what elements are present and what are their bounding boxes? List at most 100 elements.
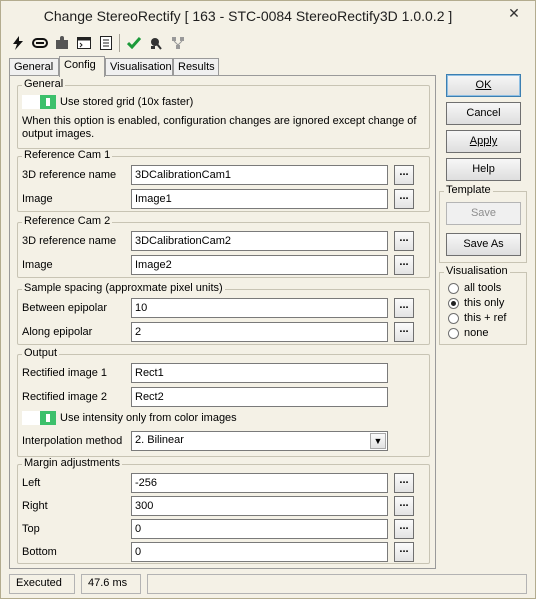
ref1-name-field[interactable]: 3DCalibrationCam1 — [131, 165, 388, 185]
ok-label: OK — [475, 79, 492, 91]
margin-left-button[interactable]: ... — [394, 473, 414, 493]
tab-config[interactable]: Config — [59, 56, 105, 77]
tab-visualisation[interactable]: Visualisation — [105, 58, 173, 76]
ref1-image-field[interactable]: Image1 — [131, 189, 388, 209]
intensity-toggle[interactable] — [22, 411, 56, 425]
run-icon[interactable] — [147, 34, 165, 52]
margin-right-field[interactable]: 300 — [131, 496, 388, 516]
template-save-as-label: Save As — [463, 238, 504, 250]
along-epipolar-button[interactable]: ... — [394, 322, 414, 342]
stored-grid-toggle[interactable] — [22, 95, 56, 109]
apply-button[interactable]: Apply — [446, 130, 521, 153]
status-state: Executed — [9, 574, 75, 594]
help-label: Help — [472, 163, 495, 175]
ref2-name-browse-button[interactable]: ... — [394, 231, 414, 251]
network-icon[interactable] — [169, 34, 187, 52]
general-group: General Use stored grid (10x faster) Whe… — [17, 78, 430, 149]
chevron-down-icon[interactable]: ▼ — [370, 433, 386, 449]
ref1-name-browse-button[interactable]: ... — [394, 165, 414, 185]
rect1-field[interactable]: Rect1 — [131, 363, 388, 383]
radio-button[interactable] — [448, 297, 459, 309]
help-button[interactable]: Help — [446, 158, 521, 181]
radio-none[interactable]: none — [448, 327, 488, 341]
group-title: Visualisation — [444, 265, 510, 277]
ref2-image-browse-button[interactable]: ... — [394, 255, 414, 275]
template-save-label: Save — [470, 207, 497, 219]
rect2-label: Rectified image 2 — [22, 391, 107, 403]
ref2-name-field[interactable]: 3DCalibrationCam2 — [131, 231, 388, 251]
group-title: Margin adjustments — [22, 457, 122, 469]
margin-bottom-button[interactable]: ... — [394, 542, 414, 562]
ref2-image-field[interactable]: Image2 — [131, 255, 388, 275]
puzzle-icon[interactable] — [53, 34, 71, 52]
general-note-line2: output images. — [22, 128, 95, 140]
link-icon[interactable] — [31, 34, 49, 52]
config-panel: General Use stored grid (10x faster) Whe… — [9, 75, 436, 569]
close-button[interactable]: ✕ — [501, 3, 527, 23]
title-bar[interactable]: Change StereoRectify [ 163 - STC-0084 St… — [1, 1, 535, 31]
group-title: Sample spacing (approxmate pixel units) — [22, 282, 225, 294]
cancel-button[interactable]: Cancel — [446, 102, 521, 125]
intensity-label: Use intensity only from color images — [60, 412, 237, 424]
rect1-label: Rectified image 1 — [22, 367, 107, 379]
group-title: Output — [22, 347, 60, 359]
reference-cam2-group: Reference Cam 2 3D reference name 3DCali… — [17, 215, 430, 278]
toolbar-separator — [119, 34, 120, 52]
apply-label: Apply — [469, 135, 498, 147]
ref1-image-label: Image — [22, 193, 53, 205]
along-epipolar-field[interactable]: 2 — [131, 322, 388, 342]
radio-button[interactable] — [448, 312, 459, 324]
margin-adjustments-group: Margin adjustments Left -256 ... Right 3… — [17, 457, 430, 564]
interpolation-value: 2. Bilinear — [135, 434, 184, 446]
margin-left-field[interactable]: -256 — [131, 473, 388, 493]
radio-this-plus-ref[interactable]: this + ref — [448, 312, 507, 326]
sample-spacing-group: Sample spacing (approxmate pixel units) … — [17, 282, 430, 345]
margin-bottom-field[interactable]: 0 — [131, 542, 388, 562]
document-icon[interactable] — [97, 34, 115, 52]
toolbar — [9, 32, 209, 54]
radio-label: this + ref — [464, 312, 507, 324]
radio-all-tools[interactable]: all tools — [448, 282, 501, 296]
group-title: Template — [444, 184, 493, 196]
tab-results[interactable]: Results — [173, 58, 219, 76]
status-bar: Executed 47.6 ms — [9, 574, 527, 594]
rect2-field[interactable]: Rect2 — [131, 387, 388, 407]
interpolation-label: Interpolation method — [22, 435, 123, 447]
lightning-icon[interactable] — [9, 34, 27, 52]
margin-right-label: Right — [22, 500, 48, 512]
general-note-line1: When this option is enabled, configurati… — [22, 115, 417, 127]
cancel-label: Cancel — [466, 107, 501, 119]
margin-top-button[interactable]: ... — [394, 519, 414, 539]
ok-button[interactable]: OK — [446, 74, 521, 97]
interpolation-select[interactable]: 2. Bilinear ▼ — [131, 431, 388, 451]
radio-this-only[interactable]: this only — [448, 297, 504, 311]
template-save-button[interactable]: Save — [446, 202, 521, 225]
template-save-as-button[interactable]: Save As — [446, 233, 521, 256]
margin-right-button[interactable]: ... — [394, 496, 414, 516]
radio-label: none — [464, 327, 489, 339]
group-title: General — [22, 78, 66, 90]
checkmark-icon[interactable] — [125, 34, 143, 52]
radio-button[interactable] — [448, 327, 459, 339]
status-time: 47.6 ms — [81, 574, 141, 594]
ref2-image-label: Image — [22, 259, 53, 271]
stored-grid-label: Use stored grid (10x faster) — [60, 96, 194, 108]
group-title: Reference Cam 1 — [22, 149, 113, 161]
between-epipolar-label: Between epipolar — [22, 302, 108, 314]
margin-top-field[interactable]: 0 — [131, 519, 388, 539]
margin-top-label: Top — [22, 523, 40, 535]
group-title: Reference Cam 2 — [22, 215, 113, 227]
between-epipolar-button[interactable]: ... — [394, 298, 414, 318]
dialog-window: Change StereoRectify [ 163 - STC-0084 St… — [0, 0, 536, 599]
radio-label: this only — [464, 297, 505, 309]
margin-left-label: Left — [22, 477, 41, 489]
tab-general[interactable]: General — [9, 58, 59, 76]
status-empty — [147, 574, 527, 594]
ref1-image-browse-button[interactable]: ... — [394, 189, 414, 209]
radio-button[interactable] — [448, 282, 459, 294]
margin-bottom-label: Bottom — [22, 546, 57, 558]
between-epipolar-field[interactable]: 10 — [131, 298, 388, 318]
ref2-name-label: 3D reference name — [22, 235, 117, 247]
ref1-name-label: 3D reference name — [22, 169, 117, 181]
console-icon[interactable] — [75, 34, 93, 52]
